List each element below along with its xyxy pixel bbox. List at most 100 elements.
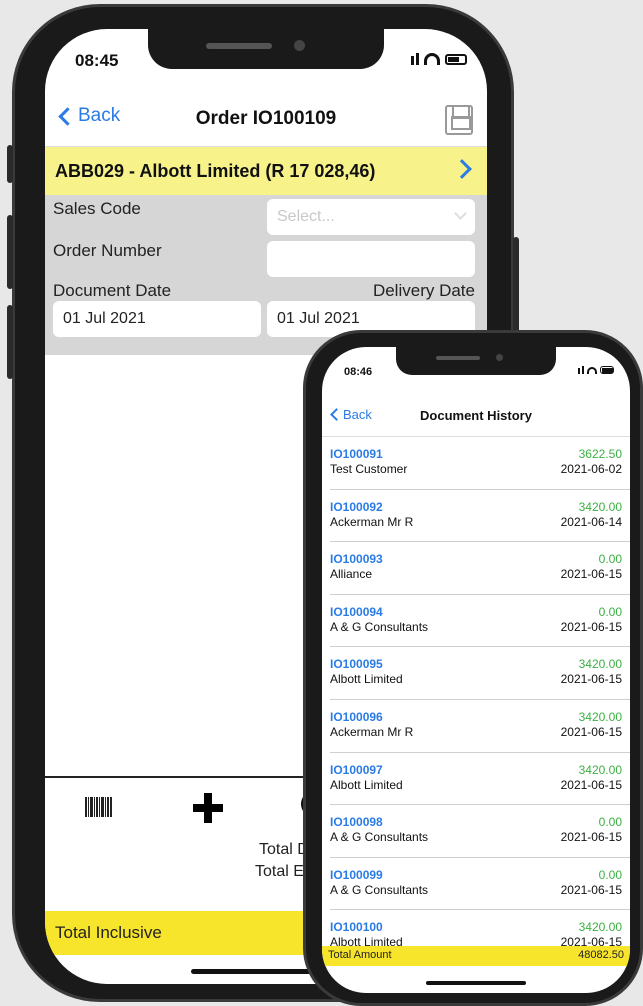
chevron-down-icon [454,207,467,220]
volume-up-button [7,215,13,289]
document-date-label: Document Date [53,281,172,300]
order-number-field[interactable] [267,241,475,277]
order-amount: 3420.00 [578,657,622,672]
order-amount: 3420.00 [578,920,622,935]
wifi-icon-small [587,366,597,374]
page-title: Order IO100109 [195,107,337,129]
barcode-icon[interactable] [85,797,112,817]
customer-name: Alliance [330,567,373,582]
signal-icon-small [578,366,584,374]
customer-name: Ackerman Mr R [330,724,414,739]
delivery-date-label: Delivery Date [372,281,475,300]
order-number: IO100091 [330,447,383,461]
volume-down-button [7,305,13,379]
wifi-icon [424,53,440,65]
total-line-2: Total E [255,863,304,880]
order-date: 2021-06-02 [560,462,622,476]
order-number: IO100092 [330,499,383,514]
order-date: 2021-06-15 [560,567,622,582]
total-amount-bar: Total Amount 48082.50 [322,946,630,966]
home-indicator-small[interactable] [426,981,526,985]
customer-label: ABB029 - Albott Limited (R 17 028,46) [55,160,376,181]
chevron-left-icon [58,106,77,126]
order-number: IO100094 [330,604,383,619]
order-number: IO100098 [330,815,383,830]
speaker-grille-small [436,356,480,360]
add-item-icon[interactable] [193,793,223,823]
front-camera [294,40,305,51]
signal-icon [411,53,419,65]
order-amount: 3420.00 [578,499,622,514]
back-button[interactable]: Back [55,105,120,127]
status-time: 08:45 [75,51,119,70]
order-number-label: Order Number [53,241,162,260]
list-item[interactable]: IO100098 A & G Consultants 0.00 2021-06-… [330,805,630,858]
order-number: IO100097 [330,762,383,777]
history-list: IO100091 Test Customer 3622.50 2021-06-0… [322,437,630,963]
order-date: 2021-06-15 [560,672,622,687]
list-item[interactable]: IO100099 A & G Consultants 0.00 2021-06-… [330,858,630,911]
history-title: Document History [420,408,532,423]
back-button-small[interactable]: Back [328,407,372,422]
chevron-left-icon-small [330,408,343,421]
list-item[interactable]: IO100097 Albott Limited 3420.00 2021-06-… [330,753,630,806]
front-camera-small [496,354,503,361]
back-label-small: Back [343,407,372,422]
order-number: IO100093 [330,552,383,567]
status-icons-small [578,366,614,374]
total-amount-label: Total Amount [328,949,392,961]
order-date: 2021-06-15 [560,619,622,634]
total-line-1: Total D [259,841,309,858]
history-nav-bar: Back Document History [322,395,630,437]
order-date: 2021-06-15 [560,724,622,739]
list-item[interactable]: IO100091 Test Customer 3622.50 2021-06-0… [330,437,630,490]
customer-bar[interactable]: ABB029 - Albott Limited (R 17 028,46) [45,147,487,195]
customer-name: Albott Limited [330,672,403,687]
order-number: IO100095 [330,657,383,672]
document-date-field[interactable]: 01 Jul 2021 [53,301,261,337]
customer-name: A & G Consultants [330,830,429,845]
order-date: 2021-06-15 [560,777,622,792]
order-amount: 0.00 [598,867,622,882]
total-amount-value: 48082.50 [578,949,624,961]
status-bar: 08:45 [45,29,487,91]
sales-code-select[interactable]: Select... [267,199,475,235]
list-item[interactable]: IO100095 Albott Limited 3420.00 2021-06-… [330,647,630,700]
order-amount: 0.00 [598,604,622,619]
history-phone-frame: 08:46 Back Document History IO100091 Tes… [303,330,643,1006]
back-label: Back [78,105,121,126]
order-date: 2021-06-14 [560,514,622,529]
customer-name: A & G Consultants [330,619,429,634]
order-date: 2021-06-15 [560,882,622,897]
list-item[interactable]: IO100093 Alliance 0.00 2021-06-15 [330,542,630,595]
nav-bar: Back Order IO100109 [45,91,487,147]
order-amount: 3420.00 [578,762,622,777]
notch [148,29,384,69]
sales-code-placeholder: Select... [277,208,335,225]
order-number: IO100099 [330,867,383,882]
customer-name: Test Customer [330,462,408,476]
save-icon[interactable] [445,105,473,135]
notch-small [396,347,556,375]
mute-switch [7,145,13,183]
order-amount: 3420.00 [578,709,622,724]
order-date: 2021-06-15 [560,830,622,845]
order-amount: 0.00 [598,552,622,567]
battery-icon-small [600,366,614,374]
customer-name: Ackerman Mr R [330,514,414,529]
sales-code-label: Sales Code [53,199,141,218]
total-inclusive-label: Total Inclusive [55,923,162,942]
list-item[interactable]: IO100094 A & G Consultants 0.00 2021-06-… [330,595,630,648]
customer-name: A & G Consultants [330,882,429,897]
order-number: IO100100 [330,920,383,935]
order-amount: 3622.50 [578,447,622,461]
order-number: IO100096 [330,709,383,724]
list-item[interactable]: IO100096 Ackerman Mr R 3420.00 2021-06-1… [330,700,630,753]
customer-name: Albott Limited [330,777,403,792]
speaker-grille [206,43,272,49]
history-screen: 08:46 Back Document History IO100091 Tes… [322,347,630,993]
list-item[interactable]: IO100092 Ackerman Mr R 3420.00 2021-06-1… [330,490,630,543]
order-amount: 0.00 [598,815,622,830]
battery-icon [445,53,467,65]
status-time-small: 08:46 [344,366,373,378]
